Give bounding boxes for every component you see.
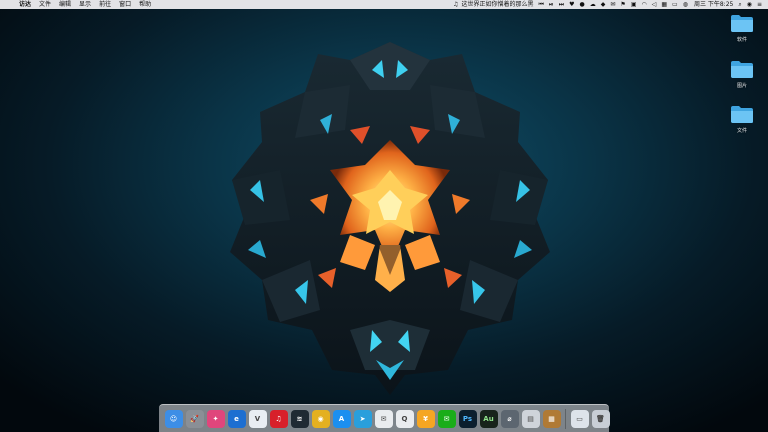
music-app-icon[interactable]: ♫ [453,0,458,9]
finder-icon[interactable]: ☺ [164,409,183,428]
flag-icon[interactable]: ⚑ [620,0,625,9]
previous-track-icon[interactable]: ⏮ [539,0,544,9]
menu-finder[interactable]: 访达 [19,0,31,9]
desktop-folder-software[interactable]: 软件 [722,14,762,43]
printer-icon[interactable]: ▤ [521,409,540,428]
cleanmymac-icon[interactable]: ✦ [206,409,225,428]
wechat-icon[interactable]: ✉ [374,409,393,428]
qq-icon[interactable]: Q [395,409,414,428]
menu-list: 访达 文件 编辑 显示 前往 窗口 帮助 [19,0,159,9]
menu-window[interactable]: 窗口 [119,0,131,9]
battery-icon[interactable]: ▭ [672,0,678,9]
next-track-icon[interactable]: ⏭ [559,0,564,9]
wechat-green-icon[interactable]: ✉ [437,409,456,428]
photoshop-icon[interactable]: Ps [458,409,477,428]
launchpad-icon[interactable]: 🚀 [185,409,204,428]
trash-icon[interactable]: 🗑 [591,409,610,428]
shield-icon[interactable]: ◆ [601,0,606,9]
vpn-v-icon[interactable]: V [248,409,267,428]
netease-music-icon[interactable]: ♫ [269,409,288,428]
play-pause-icon[interactable]: ⏯ [549,0,554,9]
folder-label: 文件 [736,128,747,134]
dock: ☺ 🚀 ✦ e V ♫ ≋ ◉ A ➤ ✉ Q ¥ ✉ Ps Au ⌀ ▤ ▦ ▭ 🗑 [159,404,610,432]
app-store-icon[interactable]: A [332,409,351,428]
input-method-icon[interactable]: ▦ [661,0,667,9]
menu-go[interactable]: 前往 [99,0,111,9]
archive-box-icon[interactable]: ▦ [542,409,561,428]
clock[interactable]: 周三 下午8:25 [694,0,733,9]
disk-utility-icon[interactable]: ⌀ [500,409,519,428]
folder-icon [731,106,753,123]
now-playing-text[interactable]: 这世界正如你憎着的那么黑 [461,0,533,9]
coin-icon[interactable]: ¥ [416,409,435,428]
notification-center-icon[interactable]: ≡ [757,0,762,9]
wallpaper-artwork [230,42,550,395]
volume-icon[interactable]: ◁ [652,0,657,9]
menu-edit[interactable]: 编辑 [59,0,71,9]
downloads-folder-icon[interactable]: ▭ [570,409,589,428]
menu-help[interactable]: 帮助 [139,0,151,9]
desktop-folder-pictures[interactable]: 图片 [722,60,762,89]
wifi-icon[interactable]: ◠ [641,0,646,9]
folder-label: 软件 [736,37,747,43]
siri-icon[interactable]: ◉ [747,0,752,9]
folder-label: 图片 [736,83,747,89]
telegram-icon[interactable]: ➤ [353,409,372,428]
menu-view[interactable]: 显示 [79,0,91,9]
user-icon[interactable]: ◍ [683,0,688,9]
chrome-icon[interactable]: ◉ [311,409,330,428]
browser-e-icon[interactable]: e [227,409,246,428]
desktop-folder-documents[interactable]: 文件 [722,105,762,134]
heart-icon[interactable]: ♥ [569,0,574,9]
menu-bar: 访达 文件 编辑 显示 前往 窗口 帮助 ♫ 这世界正如你憎着的那么黑 ⏮ ⏯ … [0,0,768,9]
spotlight-icon[interactable]: ⌕ [738,0,741,9]
chat-icon[interactable]: ● [580,0,585,9]
mail-icon[interactable]: ✉ [610,0,615,9]
audition-icon[interactable]: Au [479,409,498,428]
screen-icon[interactable]: ▣ [631,0,637,9]
audio-wave-icon[interactable]: ≋ [290,409,309,428]
menu-file[interactable]: 文件 [39,0,51,9]
status-area: ♫ 这世界正如你憎着的那么黑 ⏮ ⏯ ⏭ ♥ ● ☁ ◆ ✉ ⚑ ▣ ◠ ◁ ▦… [448,0,762,9]
dock-separator [565,408,566,429]
folder-icon [731,15,753,32]
folder-icon [731,61,753,78]
cloud-icon[interactable]: ☁ [590,0,596,9]
